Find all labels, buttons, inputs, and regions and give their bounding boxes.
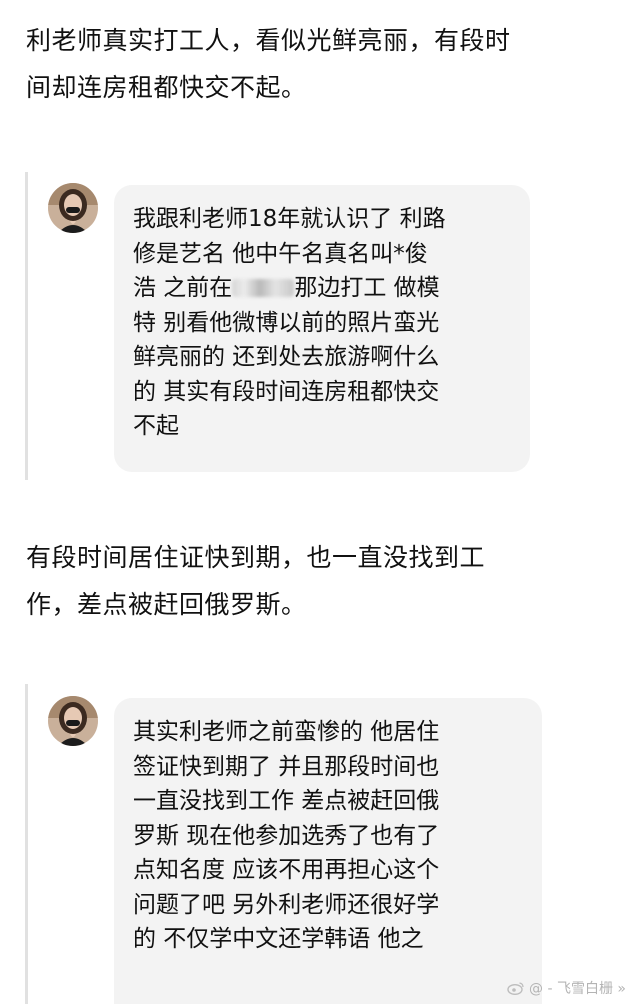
comment-line: 其实利老师之前蛮惨的 他居住 — [133, 719, 440, 745]
comment-line: 问题了吧 另外利老师还很好学 — [133, 891, 440, 918]
comment-line: 鲜亮丽的 还到处去旅游啊什么 — [133, 344, 440, 370]
comment-line: 一直没找到工作 差点被赶回俄 — [133, 788, 440, 814]
comment-line-with-redaction: 浩 之前在 那边打工 做模 — [133, 271, 530, 306]
comment-line: 的 不仅学中文还学韩语 他之 — [133, 926, 424, 952]
avatar-image — [48, 696, 98, 746]
post-paragraph: 利老师真实打工人，看似光鲜亮丽，有段时 间却连房租都快交不起。 — [26, 17, 618, 111]
comment-line: 的 其实有段时间连房租都快交 — [133, 378, 440, 405]
paragraph-line: 间却连房租都快交不起。 — [26, 73, 307, 102]
quote-divider — [25, 172, 28, 480]
comment-line: 我跟利老师18年就认识了 利路 — [133, 206, 446, 232]
comment-bubble: 其实利老师之前蛮惨的 他居住 签证快到期了 并且那段时间也 一直没找到工作 差点… — [114, 698, 542, 1004]
redacted-blur — [232, 279, 295, 297]
comment-line: 不起 — [133, 413, 179, 439]
comment-line: 签证快到期了 并且那段时间也 — [133, 753, 440, 780]
watermark-handle: @ - 飞雪白栅 » — [529, 981, 626, 997]
paragraph-line: 作，差点被赶回俄罗斯。 — [26, 590, 307, 619]
comment-line: 特 别看他微博以前的照片蛮光 — [133, 309, 440, 336]
paragraph-line: 利老师真实打工人，看似光鲜亮丽，有段时 — [26, 26, 511, 55]
avatar[interactable] — [48, 696, 98, 746]
weibo-logo-icon — [507, 982, 524, 995]
comment-line: 罗斯 现在他参加选秀了也有了 — [133, 822, 440, 849]
comment-line: 修是艺名 他中午名真名叫*俊 — [133, 240, 428, 267]
post-paragraph: 有段时间居住证快到期，也一直没找到工 作，差点被赶回俄罗斯。 — [26, 534, 618, 628]
comment-line: 点知名度 应该不用再担心这个 — [133, 857, 440, 883]
avatar-image — [48, 183, 98, 233]
comment-text: 浩 之前在 — [133, 275, 233, 301]
avatar[interactable] — [48, 183, 98, 233]
comment-text: 那边打工 做模 — [294, 275, 440, 301]
paragraph-line: 有段时间居住证快到期，也一直没找到工 — [26, 543, 486, 572]
quote-divider — [25, 684, 28, 1004]
comment-bubble: 我跟利老师18年就认识了 利路 修是艺名 他中午名真名叫*俊 浩 之前在 那边打工… — [114, 185, 530, 472]
weibo-watermark: @ - 飞雪白栅 » — [507, 978, 626, 998]
